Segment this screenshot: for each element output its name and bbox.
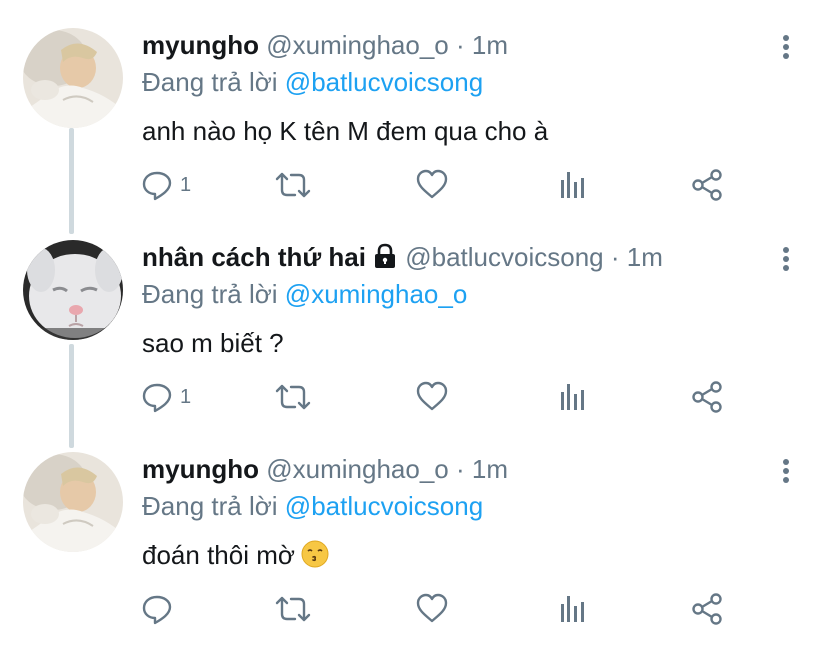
analytics-icon — [561, 384, 584, 410]
like-icon — [416, 593, 448, 623]
tweet-text: anh nào họ K tên M đem qua cho à — [142, 116, 549, 146]
mention-link[interactable]: @batlucvoicsong — [285, 67, 483, 97]
tweet-header: myungho @xuminghao_o · 1m — [142, 452, 508, 486]
like-button[interactable] — [415, 380, 449, 414]
separator-dot: · — [455, 30, 465, 60]
more-options-button[interactable] — [778, 242, 794, 276]
replying-to: Đang trả lời @batlucvoicsong — [142, 65, 483, 99]
analytics-icon — [561, 596, 584, 622]
more-icon — [783, 247, 789, 271]
analytics-button[interactable] — [555, 168, 589, 202]
share-icon — [692, 169, 722, 201]
replying-to: Đang trả lời @xuminghao_o — [142, 277, 467, 311]
user-handle[interactable]: @xuminghao_o — [266, 30, 449, 60]
retweet-button[interactable] — [273, 380, 313, 414]
retweet-button[interactable] — [273, 168, 313, 202]
reply-button[interactable] — [140, 592, 180, 626]
reply-icon — [142, 383, 172, 413]
user-handle[interactable]: @batlucvoicsong — [405, 242, 603, 272]
timestamp[interactable]: 1m — [472, 454, 508, 484]
share-icon — [692, 381, 722, 413]
display-name[interactable]: myungho — [142, 30, 259, 60]
share-button[interactable] — [690, 592, 724, 626]
more-options-button[interactable] — [778, 30, 794, 64]
tweet-text: sao m biết ? — [142, 328, 284, 358]
like-button[interactable] — [415, 168, 449, 202]
reply-icon — [142, 171, 172, 201]
reply-button[interactable]: 1 — [140, 380, 191, 414]
more-icon — [783, 35, 789, 59]
kissing-face-emoji — [301, 540, 329, 576]
like-icon — [416, 169, 448, 199]
like-icon — [416, 381, 448, 411]
display-name[interactable]: nhân cách thứ hai — [142, 242, 366, 272]
analytics-icon — [561, 172, 584, 198]
like-button[interactable] — [415, 592, 449, 626]
avatar[interactable] — [23, 240, 123, 340]
share-button[interactable] — [690, 168, 724, 202]
separator-dot: · — [610, 242, 620, 272]
action-bar: 1 — [140, 380, 740, 414]
timestamp[interactable]: 1m — [627, 242, 663, 272]
share-button[interactable] — [690, 380, 724, 414]
reply-icon — [142, 595, 172, 625]
reply-count: 1 — [180, 385, 192, 408]
reply-button[interactable]: 1 — [140, 168, 191, 202]
mention-link[interactable]: @batlucvoicsong — [285, 491, 483, 521]
replying-prefix: Đang trả lời — [142, 67, 278, 97]
more-options-button[interactable] — [778, 454, 794, 488]
reply-count: 1 — [180, 173, 192, 196]
replying-to: Đang trả lời @batlucvoicsong — [142, 489, 483, 523]
lock-icon — [372, 243, 398, 277]
tweet[interactable]: nhân cách thứ hai @batlucvoicsong · 1m Đ… — [0, 240, 828, 430]
replying-prefix: Đang trả lời — [142, 279, 278, 309]
separator-dot: · — [455, 454, 465, 484]
replying-prefix: Đang trả lời — [142, 491, 278, 521]
display-name[interactable]: myungho — [142, 454, 259, 484]
retweet-icon — [275, 384, 311, 410]
avatar[interactable] — [23, 452, 123, 552]
analytics-button[interactable] — [555, 380, 589, 414]
retweet-icon — [275, 596, 311, 622]
more-icon — [783, 459, 789, 483]
mention-link[interactable]: @xuminghao_o — [285, 279, 468, 309]
retweet-button[interactable] — [273, 592, 313, 626]
retweet-icon — [275, 172, 311, 198]
analytics-button[interactable] — [555, 592, 589, 626]
tweet-header: nhân cách thứ hai @batlucvoicsong · 1m — [142, 240, 663, 277]
avatar[interactable] — [23, 28, 123, 128]
tweet[interactable]: myungho @xuminghao_o · 1m Đang trả lời @… — [0, 452, 828, 652]
action-bar: 1 — [140, 168, 740, 202]
tweet[interactable]: myungho @xuminghao_o · 1m Đang trả lời @… — [0, 28, 828, 218]
timestamp[interactable]: 1m — [472, 30, 508, 60]
user-handle[interactable]: @xuminghao_o — [266, 454, 449, 484]
tweet-header: myungho @xuminghao_o · 1m — [142, 28, 508, 62]
share-icon — [692, 593, 722, 625]
tweet-text-container: đoán thôi mờ — [142, 538, 329, 576]
action-bar — [140, 592, 740, 626]
tweet-text: đoán thôi mờ — [142, 540, 295, 570]
